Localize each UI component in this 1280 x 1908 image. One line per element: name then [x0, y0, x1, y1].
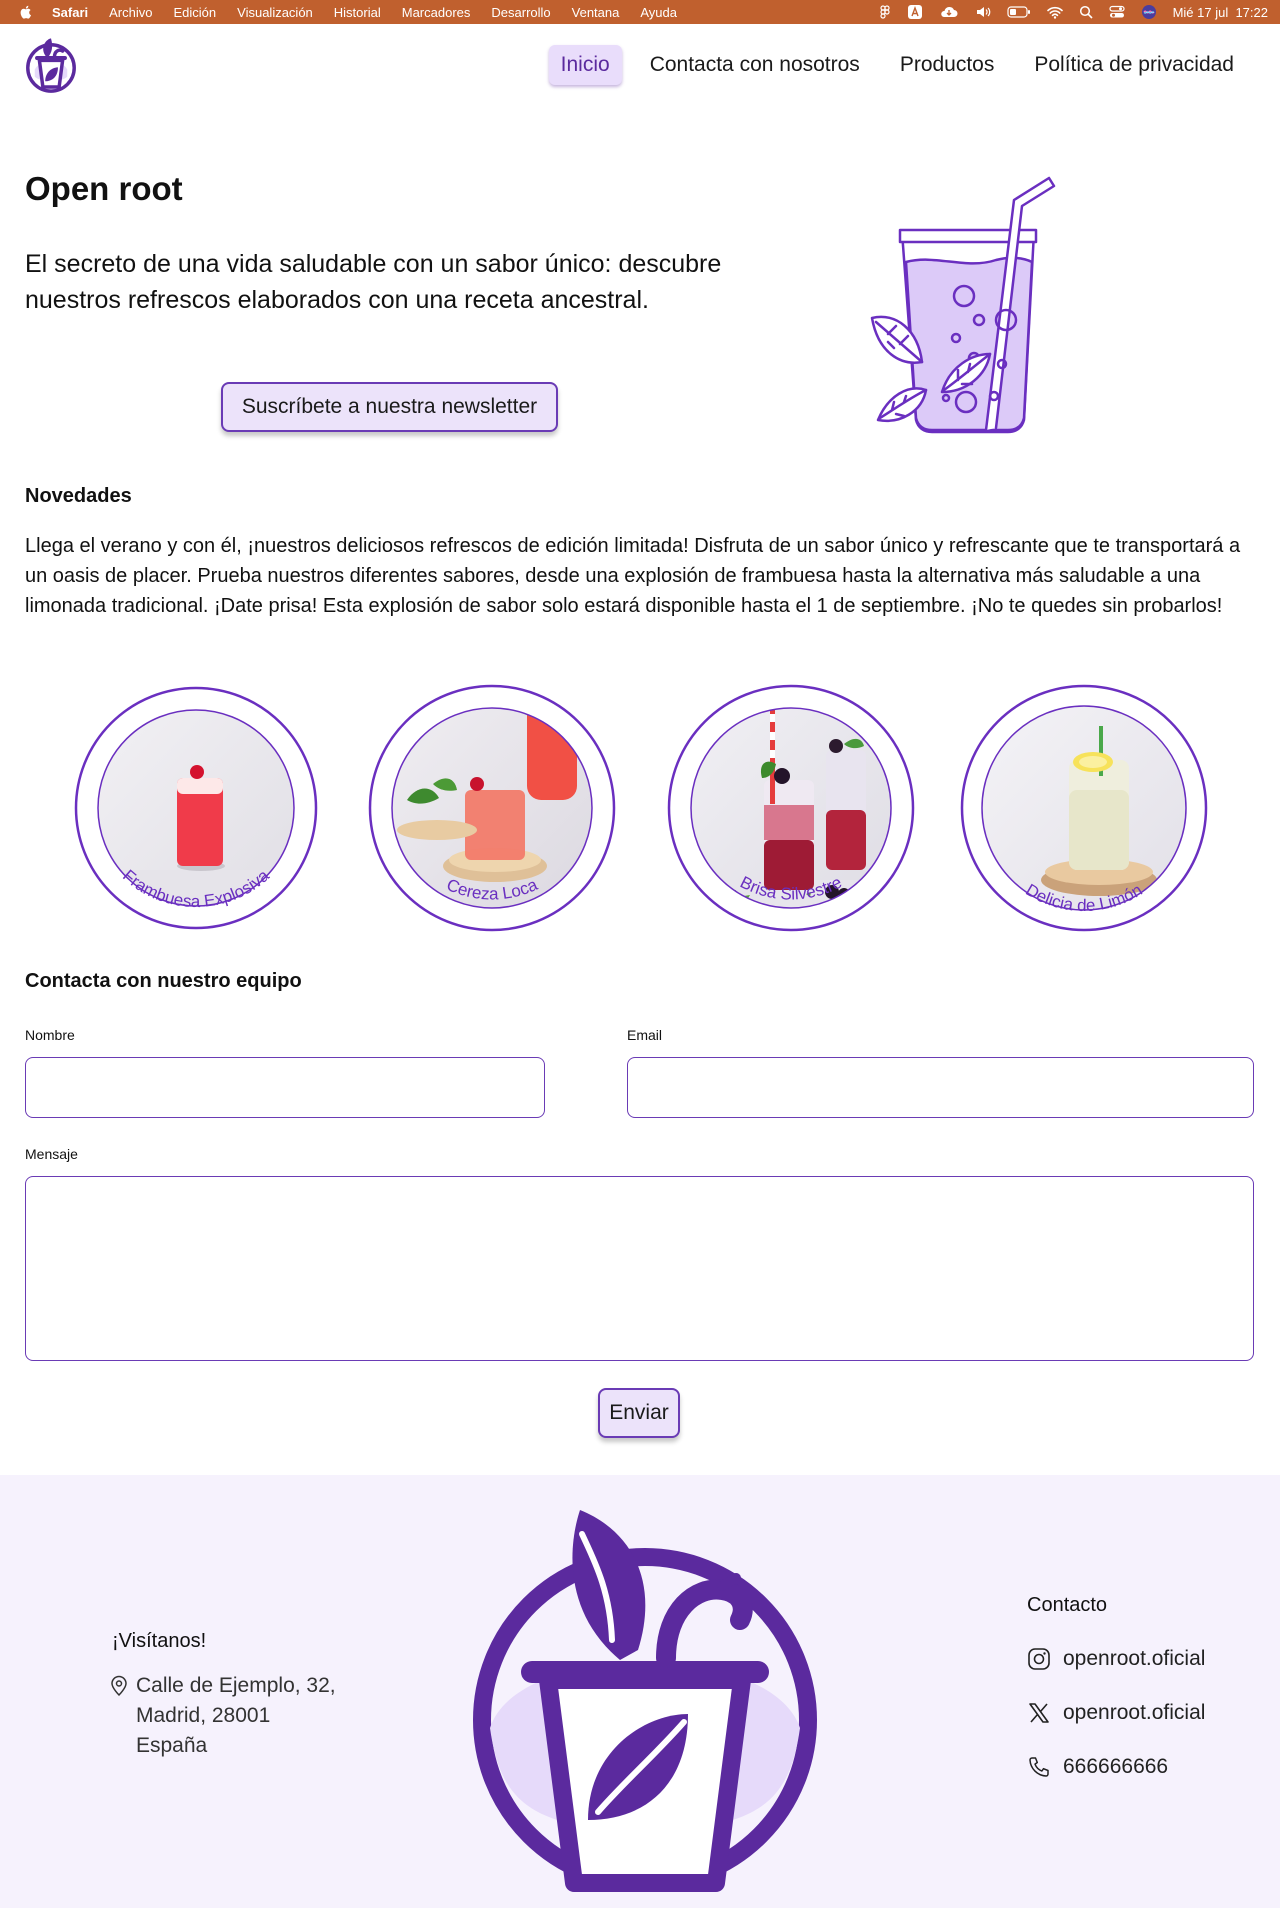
email-field[interactable] [627, 1057, 1254, 1118]
product-cereza-loca[interactable]: Cereza Loca [367, 680, 617, 940]
menu-archivo[interactable]: Archivo [109, 5, 152, 20]
address-line: Madrid, 28001 [136, 1704, 271, 1727]
phone-number[interactable]: 666666666 [1063, 1755, 1168, 1779]
address-line: España [136, 1734, 208, 1757]
macos-menubar: Safari Archivo Edición Visualización His… [0, 0, 1280, 24]
open-root-logo[interactable] [22, 36, 80, 94]
products-row: Frambuesa Explosiva Cereza Loca Brisa Si… [0, 680, 1280, 940]
footer-contact-title: Contacto [1027, 1594, 1108, 1616]
name-label: Nombre [25, 1027, 75, 1043]
instagram-icon [1028, 1648, 1050, 1670]
x-icon [1029, 1703, 1049, 1723]
menu-edicion[interactable]: Edición [174, 5, 217, 20]
menu-ayuda[interactable]: Ayuda [640, 5, 677, 20]
figma-icon[interactable] [879, 5, 891, 19]
address-block: Calle de Ejemplo, 32, Madrid, 28001 Espa… [110, 1671, 336, 1761]
main-nav: Inicio Contacta con nosotros Productos P… [548, 45, 1246, 85]
news-title: Novedades [25, 485, 132, 507]
wifi-icon[interactable] [1046, 6, 1063, 19]
instagram-handle[interactable]: openroot.oficial [1063, 1647, 1205, 1671]
control-center-icon[interactable] [1108, 5, 1125, 19]
product-brisa-silvestre[interactable]: Brisa Silvestre [666, 680, 916, 940]
open-root-logo-large [473, 1510, 817, 1892]
drink-glass-illustration [870, 176, 1056, 434]
product-frambuesa-explosiva[interactable]: Frambuesa Explosiva [71, 680, 321, 940]
message-field[interactable] [25, 1176, 1254, 1361]
site-footer: ¡Visítanos! Calle de Ejemplo, 32, Madrid… [0, 1475, 1280, 1908]
news-text: Llega el verano y con él, ¡nuestros deli… [25, 535, 1241, 617]
nav-item-inicio[interactable]: Inicio [548, 45, 622, 85]
menu-desarrollo[interactable]: Desarrollo [491, 5, 550, 20]
contact-title: Contacta con nuestro equipo [25, 970, 302, 992]
menubar-clock[interactable]: Mié 17 jul 17:22 [1173, 5, 1268, 20]
phone-link[interactable]: 666666666 [1027, 1755, 1168, 1779]
send-button[interactable]: Enviar [598, 1388, 680, 1438]
menu-marcadores[interactable]: Marcadores [402, 5, 471, 20]
location-pin-icon [111, 1675, 127, 1697]
newsletter-button[interactable]: Suscríbete a nuestra newsletter [221, 382, 558, 432]
address-lines: Calle de Ejemplo, 32, Madrid, 28001 Espa… [136, 1671, 336, 1761]
menubar-status-area: Mié 17 jul 17:22 [879, 0, 1268, 24]
app-store-icon[interactable] [907, 4, 923, 20]
nav-item-productos[interactable]: Productos [888, 45, 1007, 85]
instagram-link[interactable]: openroot.oficial [1027, 1647, 1205, 1671]
address-line: Calle de Ejemplo, 32, [136, 1674, 336, 1697]
x-link[interactable]: openroot.oficial [1027, 1701, 1205, 1725]
name-field[interactable] [25, 1057, 545, 1118]
hero-title: Open root [25, 170, 183, 207]
hero-text: El secreto de una vida saludable con un … [25, 250, 722, 314]
cloud-icon[interactable] [939, 5, 959, 19]
menu-ventana[interactable]: Ventana [572, 5, 620, 20]
nav-item-contacta-con-nosotros[interactable]: Contacta con nosotros [638, 45, 872, 85]
menu-visualizacion[interactable]: Visualización [237, 5, 313, 20]
menu-app-safari[interactable]: Safari [52, 5, 88, 20]
message-label: Mensaje [25, 1146, 78, 1162]
phone-icon [1029, 1757, 1049, 1777]
apple-icon[interactable] [18, 4, 34, 20]
battery-icon[interactable] [1006, 6, 1031, 18]
search-icon[interactable] [1079, 5, 1093, 19]
product-badge: Cereza Loca [368, 684, 616, 932]
site-header: Inicio Contacta con nosotros Productos P… [0, 24, 1280, 110]
volume-icon[interactable] [975, 5, 991, 19]
product-badge: Delicia de Limón [960, 684, 1208, 932]
product-delicia-de-limon[interactable]: Delicia de Limón [959, 680, 1209, 940]
menu-historial[interactable]: Historial [334, 5, 381, 20]
nav-item-politica-de-privacidad[interactable]: Política de privacidad [1022, 45, 1246, 85]
visit-title: ¡Visítanos! [112, 1630, 207, 1652]
siri-icon[interactable] [1141, 4, 1157, 20]
product-badge: Brisa Silvestre [667, 684, 915, 932]
email-label: Email [627, 1027, 663, 1043]
x-handle[interactable]: openroot.oficial [1063, 1701, 1205, 1725]
product-badge: Frambuesa Explosiva [74, 686, 318, 930]
